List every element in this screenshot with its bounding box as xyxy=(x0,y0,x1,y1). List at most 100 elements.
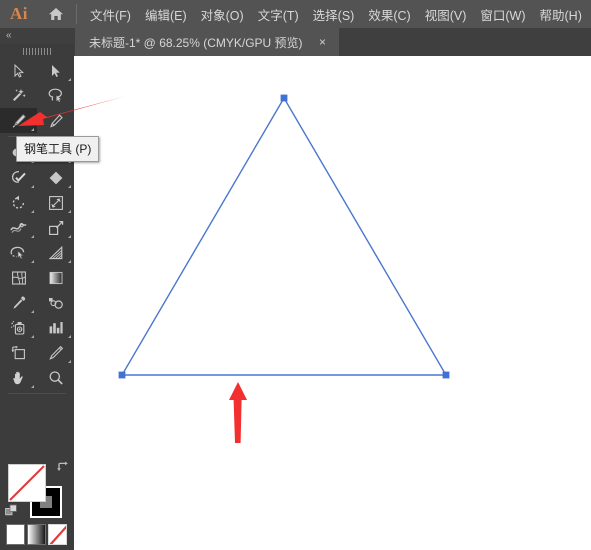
tool-row xyxy=(0,165,74,190)
hand-icon xyxy=(12,371,23,384)
menu-item-object[interactable]: 对象(O) xyxy=(194,0,251,28)
flyout-corner-icon xyxy=(68,335,71,338)
eyedropper-tool[interactable] xyxy=(0,290,37,315)
magic-wand-tool[interactable] xyxy=(0,83,37,108)
curvature-pen-icon xyxy=(49,113,63,128)
tool-grid xyxy=(0,58,74,397)
flyout-corner-icon xyxy=(31,185,34,188)
perspective-grid-tool[interactable] xyxy=(37,240,74,265)
blend-tool[interactable] xyxy=(37,290,74,315)
menu-item-effect[interactable]: 效果(C) xyxy=(361,0,417,28)
fill-swatch[interactable] xyxy=(8,464,46,502)
flyout-corner-icon xyxy=(68,78,71,81)
illustrator-window: Ai 文件(F) 编辑(E) 对象(O) 文字(T) 选择(S) 效果(C) 视… xyxy=(0,0,591,550)
tool-row xyxy=(0,83,74,108)
menu-divider xyxy=(76,4,77,24)
artboard-canvas[interactable] xyxy=(74,56,591,550)
tool-row xyxy=(0,215,74,240)
flyout-corner-icon xyxy=(31,335,34,338)
tool-row xyxy=(0,190,74,215)
swap-fill-stroke-icon[interactable] xyxy=(56,460,70,474)
gradient-icon xyxy=(49,271,62,284)
document-tab-bar: 未标题-1* @ 68.25% (CMYK/GPU 预览) × xyxy=(0,28,591,56)
flyout-corner-icon xyxy=(31,210,34,213)
lasso-icon xyxy=(48,88,63,102)
chevron-double-left-icon[interactable]: « xyxy=(6,30,11,42)
blend-icon xyxy=(49,297,63,309)
free-transform-tool[interactable] xyxy=(37,215,74,240)
close-icon[interactable]: × xyxy=(317,36,329,48)
eraser-icon xyxy=(49,171,62,184)
anchor-point-apex xyxy=(280,94,288,102)
shaper-icon xyxy=(11,170,26,183)
menu-item-view[interactable]: 视图(V) xyxy=(418,0,474,28)
selection-arrow-icon xyxy=(14,63,24,78)
color-mode-swatches xyxy=(6,524,68,548)
flyout-corner-icon xyxy=(68,210,71,213)
symbol-sprayer-tool[interactable] xyxy=(0,315,37,340)
menu-item-type[interactable]: 文字(T) xyxy=(251,0,306,28)
home-icon-glyph xyxy=(49,8,63,20)
eyedropper-icon xyxy=(12,295,25,309)
hand-tool[interactable] xyxy=(0,365,37,390)
triangle-artwork xyxy=(118,94,450,379)
lasso-tool[interactable] xyxy=(37,83,74,108)
mesh-icon xyxy=(11,270,26,285)
shape-builder-icon xyxy=(10,246,25,259)
rotate-icon xyxy=(12,195,24,209)
flyout-corner-icon xyxy=(31,235,34,238)
tool-row xyxy=(0,58,74,83)
curvature-tool[interactable] xyxy=(37,108,74,133)
flyout-corner-icon xyxy=(68,235,71,238)
tool-row xyxy=(0,265,74,290)
menu-item-help[interactable]: 帮助(H) xyxy=(533,0,589,28)
toolbar-drag-grip[interactable] xyxy=(0,44,74,58)
zoom-tool[interactable] xyxy=(37,365,74,390)
magic-wand-icon xyxy=(13,89,26,101)
menu-bar: Ai 文件(F) 编辑(E) 对象(O) 文字(T) 选择(S) 效果(C) 视… xyxy=(0,0,591,28)
eraser-tool[interactable] xyxy=(37,165,74,190)
free-transform-icon xyxy=(48,220,63,235)
direct-selection-arrow-icon xyxy=(51,64,60,77)
none-swatch[interactable] xyxy=(48,524,67,545)
mesh-tool[interactable] xyxy=(0,265,37,290)
shape-builder-tool[interactable] xyxy=(0,240,37,265)
width-tool[interactable] xyxy=(0,215,37,240)
toolbar-collapse-header[interactable]: « xyxy=(0,28,74,44)
default-swatches-glyph xyxy=(5,504,17,516)
rotate-tool[interactable] xyxy=(0,190,37,215)
tool-row xyxy=(0,290,74,315)
menu-item-file[interactable]: 文件(F) xyxy=(83,0,138,28)
anchor-point-bottom-left xyxy=(118,371,126,379)
menu-item-edit[interactable]: 编辑(E) xyxy=(138,0,194,28)
scale-icon xyxy=(48,195,63,210)
perspective-grid-icon xyxy=(48,245,62,259)
pen-tool-tooltip: 钢笔工具 (P) xyxy=(16,136,100,162)
scale-tool[interactable] xyxy=(37,190,74,215)
flyout-corner-icon xyxy=(31,385,34,388)
swap-arrows-glyph xyxy=(57,461,68,471)
artboard-tool[interactable] xyxy=(0,340,37,365)
none-slash-glyph xyxy=(49,525,66,544)
home-icon[interactable] xyxy=(38,0,74,28)
menu-item-list: 文件(F) 编辑(E) 对象(O) 文字(T) 选择(S) 效果(C) 视图(V… xyxy=(83,0,589,28)
color-swatch[interactable] xyxy=(6,524,25,545)
gradient-swatch[interactable] xyxy=(27,524,46,545)
direct-selection-tool[interactable] xyxy=(37,58,74,83)
tool-divider xyxy=(8,393,66,394)
shaper-tool[interactable] xyxy=(0,165,37,190)
document-tab-title: 未标题-1* @ 68.25% (CMYK/GPU 预览) xyxy=(89,35,303,50)
menu-item-window[interactable]: 窗口(W) xyxy=(473,0,532,28)
document-tab[interactable]: 未标题-1* @ 68.25% (CMYK/GPU 预览) × xyxy=(75,28,339,56)
gradient-tool[interactable] xyxy=(37,265,74,290)
pen-tool[interactable] xyxy=(0,108,37,133)
column-graph-tool[interactable] xyxy=(37,315,74,340)
menu-item-select[interactable]: 选择(S) xyxy=(306,0,362,28)
tools-panel xyxy=(0,58,74,550)
flyout-corner-icon xyxy=(68,185,71,188)
tool-row xyxy=(0,340,74,365)
default-fill-stroke-icon[interactable] xyxy=(5,504,19,518)
slice-tool[interactable] xyxy=(37,340,74,365)
selection-tool[interactable] xyxy=(0,58,37,83)
pen-tool-icon xyxy=(12,113,26,128)
